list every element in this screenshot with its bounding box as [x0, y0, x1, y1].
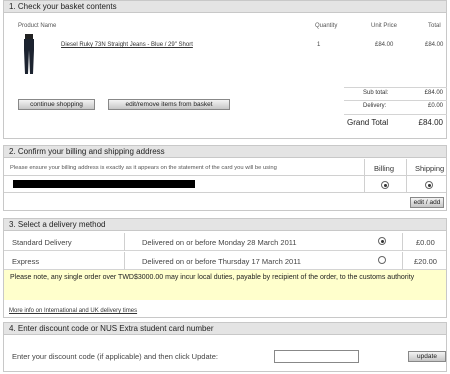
address-divider	[4, 175, 446, 176]
delivery-section: 3. Select a delivery method Standard Del…	[3, 218, 447, 318]
delivery-option-row[interactable]: Standard Delivery Delivered on or before…	[4, 233, 446, 251]
delivery-option-price: £20.00	[414, 257, 437, 266]
billing-radio[interactable]	[381, 181, 389, 189]
discount-title: 4. Enter discount code or NUS Extra stud…	[4, 323, 446, 335]
discount-code-input[interactable]	[274, 350, 359, 363]
edit-add-address-button[interactable]: edit / add	[410, 197, 444, 208]
totals-divider	[344, 114, 447, 115]
delivery-option-name: Standard Delivery	[12, 238, 72, 247]
address-title: 2. Confirm your billing and shipping add…	[4, 146, 446, 158]
customs-duty-warning: Please note, any single order over TWD$3…	[4, 270, 446, 300]
grand-total-value: £84.00	[418, 118, 443, 127]
billing-address-note: Please ensure your billing address is ex…	[10, 165, 277, 171]
delivery-option-eta: Delivered on or before Thursday 17 March…	[142, 257, 301, 266]
basket-section: 1. Check your basket contents Product Na…	[3, 0, 447, 139]
column-divider	[402, 252, 403, 270]
totals-divider	[344, 100, 447, 101]
delivery-option-price: £0.00	[416, 238, 435, 247]
grand-total-label: Grand Total	[347, 118, 389, 127]
column-divider	[364, 159, 365, 192]
continue-shopping-button[interactable]: continue shopping	[18, 99, 95, 110]
express-delivery-radio[interactable]	[378, 256, 386, 264]
col-quantity: Quantity	[315, 23, 338, 29]
discount-section: 4. Enter discount code or NUS Extra stud…	[3, 322, 447, 372]
totals-divider	[344, 87, 447, 88]
jeans-thumbnail-icon[interactable]	[22, 34, 36, 74]
address-divider	[4, 192, 446, 193]
column-divider	[406, 159, 407, 192]
column-divider	[402, 233, 403, 251]
delivery-title: 3. Select a delivery method	[4, 219, 446, 231]
delivery-value: £0.00	[427, 103, 443, 109]
column-divider	[124, 252, 125, 270]
redacted-address	[13, 180, 195, 188]
delivery-option-row[interactable]: Express Delivered on or before Thursday …	[4, 252, 446, 270]
delivery-info-link[interactable]: More info on International and UK delive…	[9, 308, 137, 314]
col-total: Total	[428, 23, 441, 29]
update-button[interactable]: update	[408, 351, 446, 362]
subtotal-value: £84.00	[424, 90, 443, 96]
column-divider	[124, 233, 125, 251]
address-section: 2. Confirm your billing and shipping add…	[3, 145, 447, 211]
basket-title: 1. Check your basket contents	[4, 1, 446, 13]
billing-column-label: Billing	[374, 164, 395, 173]
delivery-option-name: Express	[12, 257, 40, 266]
discount-prompt: Enter your discount code (if applicable)…	[12, 352, 218, 361]
col-unit-price: Unit Price	[371, 23, 398, 29]
shipping-column-label: Shipping	[415, 164, 445, 173]
item-quantity: 1	[317, 42, 321, 48]
delivery-label: Delivery:	[363, 103, 387, 109]
item-total: £84.00	[425, 42, 444, 48]
shipping-radio[interactable]	[425, 181, 433, 189]
standard-delivery-radio[interactable]	[378, 237, 386, 245]
subtotal-label: Sub total:	[363, 90, 389, 96]
delivery-option-eta: Delivered on or before Monday 28 March 2…	[142, 238, 297, 247]
product-name-link[interactable]: Diesel Ruky 73N Straight Jeans - Blue / …	[61, 42, 193, 48]
edit-remove-items-button[interactable]: edit/remove items from basket	[108, 99, 230, 110]
item-unit-price: £84.00	[375, 42, 394, 48]
col-product-name: Product Name	[18, 23, 57, 29]
